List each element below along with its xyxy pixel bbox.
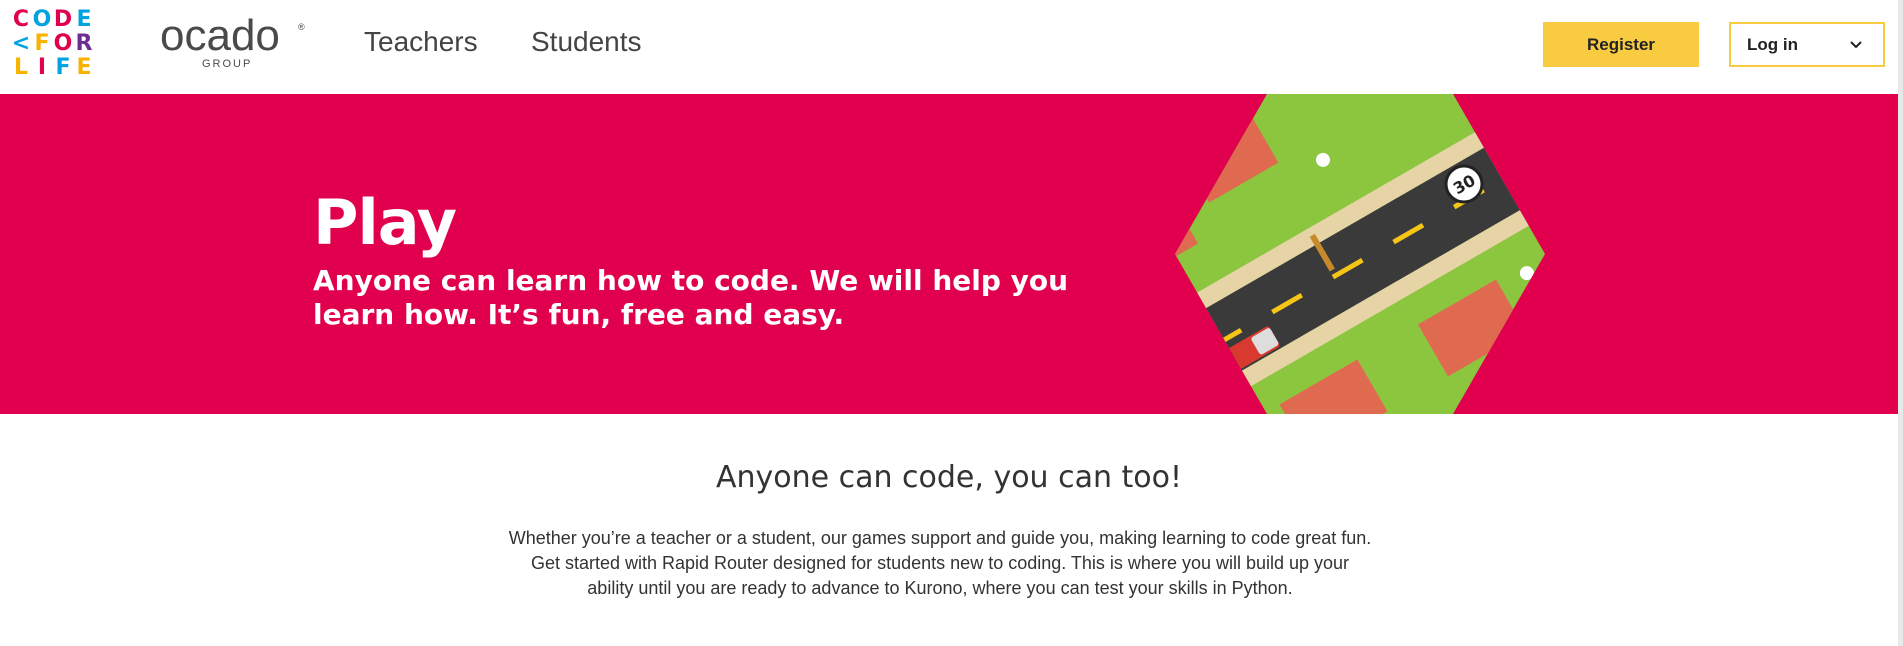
code-for-life-logo[interactable]: C O D E < F O R L I F E [10,8,94,82]
nav-students[interactable]: Students [531,26,642,58]
section-body: Whether you’re a teacher or a student, o… [480,526,1400,601]
nav-teachers[interactable]: Teachers [364,26,478,58]
login-dropdown-button[interactable]: Log in [1729,22,1885,67]
logo-letter: F [34,31,49,56]
chevron-down-icon [1850,41,1862,49]
ocado-wordmark: ocado [160,11,280,60]
hero-banner: Play Anyone can learn how to code. We wi… [0,94,1898,414]
logo-letter: O [53,31,73,56]
logo-letter: R [75,31,93,56]
rapid-router-game-illustration: 30 [1175,94,1545,414]
site-header: C O D E < F O R L I F E ocado ® GROUP Teachers Stud… [0,0,1903,94]
logo-row: < F O R [10,32,94,56]
logo-letter: I [37,55,46,80]
logo-letter: C [12,7,29,32]
page-scrollbar[interactable] [1898,0,1903,646]
logo-letter: < [11,31,30,56]
logo-row: LIFE [10,56,94,80]
body-line: Whether you’re a teacher or a student, o… [508,528,1372,548]
logo-letter: E [76,55,91,80]
ocado-group-text: GROUP [202,58,253,70]
hero-subtitle: Anyone can learn how to code. We will he… [313,264,1069,331]
registered-mark: ® [298,22,305,32]
hero-title: Play [313,186,457,259]
login-label: Log in [1747,34,1798,54]
body-line: ability until you are ready to advance t… [587,578,1293,598]
logo-letter: D [53,7,72,32]
section-heading: Anyone can code, you can too! [715,460,1183,495]
logo-row: CODE [10,8,94,32]
register-button[interactable]: Register [1543,22,1699,67]
logo-letter: L [13,55,28,80]
ocado-group-logo[interactable]: ocado ® GROUP [160,14,310,74]
logo-letter: E [76,7,91,32]
logo-letter: F [55,55,70,80]
body-line: Get started with Rapid Router designed f… [530,553,1350,573]
logo-letter: O [32,7,52,32]
